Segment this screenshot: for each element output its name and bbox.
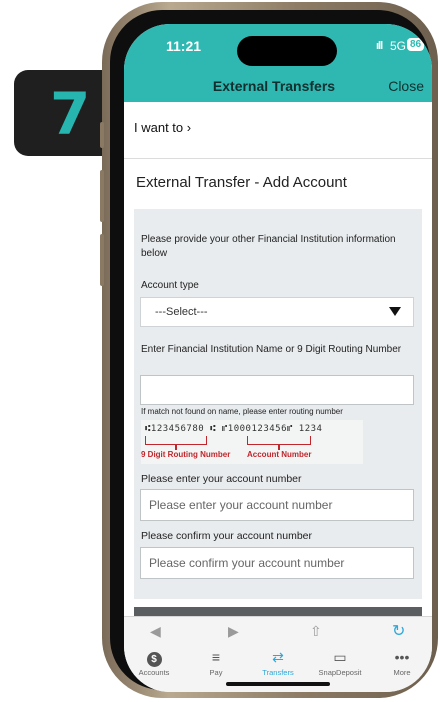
- volume-up-button: [100, 170, 104, 222]
- tab-transfers[interactable]: ⇄ Transfers: [250, 648, 306, 677]
- app-header: External Transfers Close: [124, 72, 432, 102]
- check-deposit-icon: ▭: [333, 649, 347, 665]
- dollar-icon: $: [126, 648, 182, 667]
- institution-input[interactable]: [140, 375, 414, 405]
- forward-icon[interactable]: ▶: [228, 623, 239, 640]
- page-title: External Transfer - Add Account: [136, 174, 347, 191]
- tab-accounts-label: Accounts: [138, 668, 170, 677]
- close-button[interactable]: Close: [388, 78, 424, 94]
- tab-accounts[interactable]: $ Accounts: [126, 648, 182, 677]
- confirm-account-label: Please confirm your account number: [141, 530, 312, 542]
- home-indicator: [226, 682, 330, 686]
- header-title: External Transfers: [212, 78, 336, 94]
- confirm-account-placeholder: Please confirm your account number: [149, 556, 345, 570]
- account-caption: Account Number: [247, 450, 312, 459]
- i-want-to-menu[interactable]: I want to ›: [124, 102, 432, 159]
- phone-frame: 11:21 ıll 5G 86 External Transfers Close…: [100, 2, 438, 698]
- network-label: 5G: [390, 39, 407, 53]
- routing-caption: 9 Digit Routing Number: [141, 450, 231, 459]
- more-dots-icon: •••: [394, 649, 410, 665]
- phone-screen: 11:21 ıll 5G 86 External Transfers Close…: [124, 24, 432, 692]
- account-number-placeholder: Please enter your account number: [149, 498, 333, 512]
- volume-down-button: [100, 234, 104, 286]
- tab-more-label: More: [393, 668, 411, 677]
- tab-pay[interactable]: ≡ Pay: [188, 648, 244, 677]
- mute-switch: [100, 122, 104, 148]
- check-example-image: ⑆123456780 ⑆ ⑈1000123456⑈ 1234 9 Digit R…: [141, 420, 363, 464]
- routing-hint: If match not found on name, please enter…: [141, 407, 343, 416]
- battery-icon: 86: [407, 38, 425, 51]
- back-icon[interactable]: ◀: [150, 623, 161, 640]
- phone-bezel: 11:21 ıll 5G 86 External Transfers Close…: [110, 10, 432, 692]
- tab-transfers-label: Transfers: [262, 668, 294, 677]
- form-intro: Please provide your other Financial Inst…: [141, 234, 396, 259]
- account-number-label: Please enter your account number: [141, 473, 302, 485]
- add-account-form: Please provide your other Financial Inst…: [134, 209, 422, 599]
- signal-icon: ıll: [376, 40, 383, 52]
- tab-more[interactable]: ••• More: [374, 648, 430, 677]
- status-time: 11:21: [166, 38, 202, 54]
- step-number: 7: [50, 80, 91, 148]
- confirm-account-input[interactable]: Please confirm your account number: [140, 547, 414, 579]
- i-want-to-label: I want to ›: [134, 120, 192, 135]
- account-type-label: Account type: [141, 280, 199, 291]
- account-type-select[interactable]: ---Select---: [140, 297, 414, 327]
- dynamic-island: [237, 36, 337, 66]
- dropdown-arrow-icon: [389, 307, 401, 316]
- refresh-icon[interactable]: ↻: [392, 621, 405, 641]
- tab-pay-label: Pay: [209, 668, 223, 677]
- tab-snapdeposit[interactable]: ▭ SnapDeposit: [312, 648, 368, 677]
- pay-icon: ≡: [211, 649, 221, 665]
- tab-snapdeposit-label: SnapDeposit: [318, 668, 362, 677]
- check-micr-line: ⑆123456780 ⑆ ⑈1000123456⑈ 1234: [145, 424, 323, 434]
- transfer-arrows-icon: ⇄: [272, 649, 284, 665]
- share-icon[interactable]: ⇧: [310, 623, 322, 640]
- institution-label: Enter Financial Institution Name or 9 Di…: [141, 344, 402, 355]
- account-type-value: ---Select---: [155, 306, 208, 318]
- browser-toolbar: ◀ ▶ ⇧ ↻: [124, 616, 432, 645]
- status-bar: 11:21 ıll 5G 86: [124, 24, 432, 72]
- account-number-input[interactable]: Please enter your account number: [140, 489, 414, 521]
